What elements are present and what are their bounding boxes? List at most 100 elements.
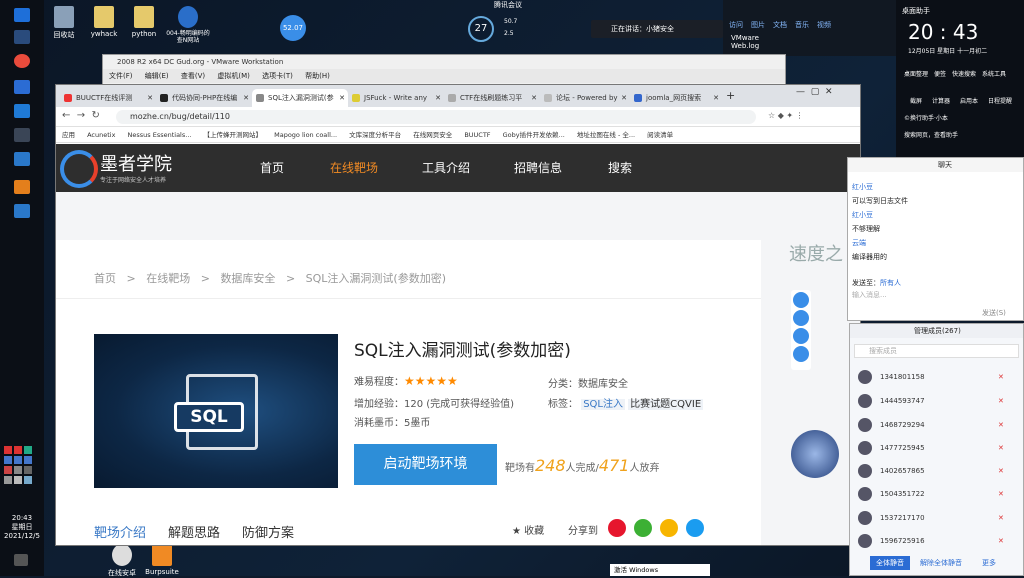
member-row[interactable]: 1477725945 ✕ [858,439,1018,457]
url-input[interactable]: mozhe.cn/bug/detail/110 [116,110,756,124]
file-tab[interactable]: 文档 [773,20,787,30]
close-tab-icon[interactable]: ✕ [435,89,441,107]
send-button[interactable]: 发送(S) [982,308,1006,318]
speed-widget[interactable]: 52.07 [280,15,306,41]
nav-online-range[interactable]: 在线靶场 [330,159,378,176]
bookmark[interactable]: Mapogo lion coall... [274,131,337,139]
ywhack-folder-icon[interactable]: ywhack [82,6,126,38]
assistant-action[interactable]: 系统工具 [982,69,1006,78]
member-row[interactable]: 1341801158 ✕ [858,368,1018,386]
bookmark[interactable]: 【上传蜂开测网站】 [204,131,263,139]
qzone-icon[interactable] [660,519,678,537]
file-tab[interactable]: 图片 [751,20,765,30]
file-item[interactable]: VMware [723,30,896,42]
nav-home[interactable]: 首页 [260,159,284,176]
notification-icon[interactable] [14,554,28,566]
nav-buttons[interactable]: ← → ↻ [62,110,100,121]
wechat-icon[interactable] [634,519,652,537]
collect-button[interactable]: ★ 收藏 [512,522,544,537]
breadcrumb-link[interactable]: 在线靶场 [146,272,190,285]
tab-solution[interactable]: 解题思路 [168,522,220,541]
help-icon[interactable] [793,292,809,308]
vmware-menu-item[interactable]: 查看(V) [181,72,205,80]
member-row[interactable]: 1537217170 ✕ [858,509,1018,527]
app-icon[interactable] [14,152,30,166]
bookmark[interactable]: Nessus Essentials... [128,131,192,139]
tab-defense[interactable]: 防御方案 [242,522,294,541]
member-row[interactable]: 1444593747 ✕ [858,392,1018,410]
store-icon[interactable] [14,80,30,94]
chat-input[interactable]: 输入消息... [852,290,887,300]
member-row[interactable]: 1504351722 ✕ [858,485,1018,503]
chrome-icon[interactable] [14,54,30,68]
assistant-action[interactable]: 桌面整理 [904,69,928,78]
assistant-action[interactable]: 截屏 [910,96,922,105]
qq-icon[interactable] [686,519,704,537]
shield-icon[interactable] [14,104,30,118]
breadcrumb-link[interactable]: 首页 [94,272,116,285]
member-row[interactable]: 1596725916 ✕ [858,532,1018,550]
assistant-action[interactable]: 日程提醒 [988,96,1012,105]
file-tab[interactable]: 音乐 [795,20,809,30]
assistant-action[interactable]: 启用本 [960,96,978,105]
browser-tab[interactable]: BUUCTF在线评测 ✕ [60,89,156,107]
close-tab-icon[interactable]: ✕ [621,89,627,107]
nav-jobs[interactable]: 招聘信息 [514,159,562,176]
browser-tab[interactable]: JSFuck - Write any ✕ [348,89,444,107]
site-logo-icon[interactable] [60,150,98,188]
taskbar-clock[interactable]: 20:43 星期日 2021/12/5 [0,514,44,540]
file-tab[interactable]: 视频 [817,20,831,30]
browser-tab[interactable]: 代码协同-PHP在线编 ✕ [156,89,252,107]
close-tab-icon[interactable]: ✕ [243,89,249,107]
window-controls[interactable]: — ▢ ✕ [796,87,833,97]
zip-file-icon[interactable]: 004-畅明编码的查N网站 [164,6,212,44]
nav-tools[interactable]: 工具介绍 [422,159,470,176]
heart-icon[interactable] [793,310,809,326]
new-tab-icon[interactable]: + [726,89,735,102]
task-view-icon[interactable] [14,30,30,44]
breadcrumb-link[interactable]: 数据库安全 [220,272,275,285]
vmware-menu-item[interactable]: 虚拟机(M) [217,72,250,80]
file-tab[interactable]: 访问 [729,20,743,30]
tab-intro[interactable]: 靶场介绍 [94,522,146,541]
bookmark[interactable]: Acunetix [87,131,115,139]
bookmark[interactable]: 阅读清单 [647,131,673,139]
assistant-search[interactable]: 搜索网页，查看助手 [896,122,1024,139]
close-tab-icon[interactable]: ✕ [531,89,537,107]
launch-range-button[interactable]: 启动靶场环境 [354,444,497,485]
member-row[interactable]: 1402657865 ✕ [858,462,1018,480]
recycle-bin-icon[interactable]: 回收站 [42,6,86,40]
vmware-menu-item[interactable]: 文件(F) [109,72,133,80]
start-icon[interactable] [14,8,30,22]
file-item[interactable]: Web.log [723,42,896,50]
send-to-select[interactable]: 所有人 [880,279,901,287]
mute-all-button[interactable]: 全体静音 [870,556,910,570]
browser-tab[interactable]: CTF在线刷题练习平 ✕ [444,89,540,107]
extension-icons[interactable]: ☆ ◆ ✦ ⋮ [768,111,804,120]
assistant-action[interactable]: 快速搜索 [952,69,976,78]
user-avatar[interactable] [791,430,839,478]
bookmark[interactable]: 文库深度分析平台 [349,131,401,139]
browser-tab[interactable]: 论坛 - Powered by ✕ [540,89,630,107]
member-search[interactable]: 搜索成员 [854,344,1019,358]
weibo-side-icon[interactable] [793,328,809,344]
vmware-menu-item[interactable]: 选项卡(T) [262,72,293,80]
assistant-action[interactable]: 便签 [934,69,946,78]
vmware-menu-item[interactable]: 帮助(H) [305,72,330,80]
browser-tab-active[interactable]: SQL注入漏洞测试(参 ✕ [252,89,348,107]
bookmark[interactable]: 应用 [62,131,75,139]
more-button[interactable]: 更多 [982,556,996,570]
burpsuite-icon[interactable]: Burpsuite [140,544,184,576]
nav-search[interactable]: 搜索 [608,159,632,176]
python-folder-icon[interactable]: python [122,6,166,38]
close-tab-icon[interactable]: ✕ [147,89,153,107]
tag[interactable]: SQL注入 [581,399,625,410]
browser-tab[interactable]: joomla_网页搜索 ✕ [630,89,722,107]
office-icon[interactable] [14,180,30,194]
desktop-icon-bottom-1[interactable]: 在线安卓 [100,544,144,578]
assistant-action[interactable]: 计算器 [932,96,950,105]
bookmark[interactable]: 地址拉图在线 - 全... [577,131,635,139]
chat-side-icon[interactable] [793,346,809,362]
close-tab-icon[interactable]: ✕ [339,89,345,107]
tag[interactable]: 比赛试题CQVIE [628,399,704,410]
